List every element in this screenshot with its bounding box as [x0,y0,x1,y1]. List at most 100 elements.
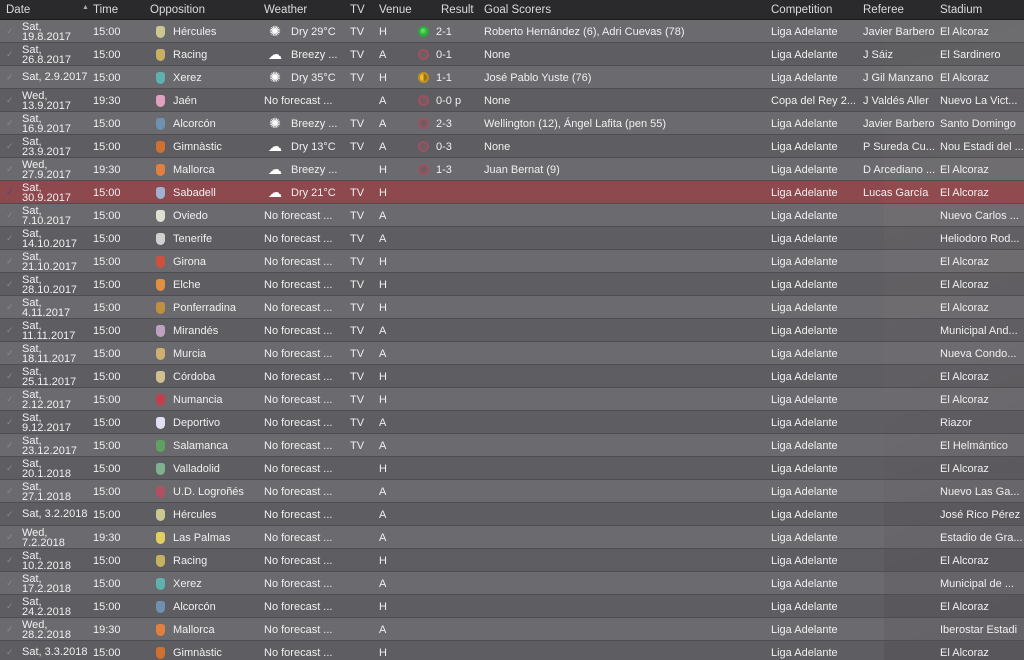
competition-link[interactable]: Liga Adelante [771,457,859,480]
stadium-link[interactable]: Municipal de ... [940,572,1024,595]
fixture-row[interactable]: ✓ Wed, 27.9.2017 19:30 Mallorca ☁ Breezy … [0,158,1024,181]
referee-link[interactable] [863,250,937,273]
stadium-link[interactable]: Nou Estadi del ... [940,135,1024,158]
column-header-referee[interactable]: Referee [863,4,904,16]
column-header-venue[interactable]: Venue [379,4,412,16]
fixture-row[interactable]: ✓ Sat, 3.2.2018 15:00 Hércules No foreca… [0,503,1024,526]
result-score[interactable]: 0-3 [436,135,481,158]
competition-link[interactable]: Liga Adelante [771,572,859,595]
competition-link[interactable]: Liga Adelante [771,388,859,411]
opposition-link[interactable]: Deportivo [173,411,258,434]
competition-link[interactable]: Liga Adelante [771,549,859,572]
referee-link[interactable] [863,434,937,457]
stadium-link[interactable]: El Alcoraz [940,66,1024,89]
fixture-row[interactable]: ✓ Sat, 9.12.2017 15:00 Deportivo No forec… [0,411,1024,434]
result-score[interactable] [436,273,481,296]
stadium-link[interactable]: El Helmántico [940,434,1024,457]
fixture-row[interactable]: ✓ Sat, 25.11.2017 15:00 Córdoba No foreca… [0,365,1024,388]
competition-link[interactable]: Liga Adelante [771,618,859,641]
opposition-link[interactable]: Salamanca [173,434,258,457]
competition-link[interactable]: Liga Adelante [771,66,859,89]
fixture-row[interactable]: ✓ Sat, 19.8.2017 15:00 Hércules ✺ Dry 29°… [0,20,1024,43]
opposition-link[interactable]: Jaén [173,89,258,112]
opposition-link[interactable]: Xerez [173,66,258,89]
opposition-link[interactable]: Murcia [173,342,258,365]
referee-link[interactable]: D Arcediano ... [863,158,937,181]
competition-link[interactable]: Liga Adelante [771,595,859,618]
column-header-date[interactable]: Date [6,4,30,16]
fixture-row[interactable]: ✓ Sat, 28.10.2017 15:00 Elche No forecast… [0,273,1024,296]
stadium-link[interactable]: El Alcoraz [940,388,1024,411]
result-score[interactable]: 1-3 [436,158,481,181]
referee-link[interactable]: J Sáiz [863,43,937,66]
result-score[interactable] [436,549,481,572]
stadium-link[interactable]: El Alcoraz [940,158,1024,181]
stadium-link[interactable]: El Sardinero [940,43,1024,66]
referee-link[interactable] [863,572,937,595]
competition-link[interactable]: Liga Adelante [771,273,859,296]
result-score[interactable] [436,457,481,480]
referee-link[interactable] [863,227,937,250]
opposition-link[interactable]: Gimnàstic [173,135,258,158]
competition-link[interactable]: Liga Adelante [771,365,859,388]
fixture-row[interactable]: ✓ Sat, 2.12.2017 15:00 Numancia No foreca… [0,388,1024,411]
stadium-link[interactable]: Iberostar Estadi [940,618,1024,641]
referee-link[interactable]: Javier Barbero [863,112,937,135]
fixture-row[interactable]: ✓ Sat, 30.9.2017 15:00 Sabadell ☁ Dry 21°… [0,181,1024,204]
stadium-link[interactable]: El Alcoraz [940,549,1024,572]
stadium-link[interactable]: José Rico Pérez [940,503,1024,526]
referee-link[interactable] [863,457,937,480]
competition-link[interactable]: Liga Adelante [771,204,859,227]
result-score[interactable] [436,250,481,273]
result-score[interactable]: 1-1 [436,66,481,89]
fixture-row[interactable]: ✓ Sat, 27.1.2018 15:00 U.D. Logroñés No f… [0,480,1024,503]
referee-link[interactable] [863,388,937,411]
referee-link[interactable]: J Valdés Aller [863,89,937,112]
competition-link[interactable]: Liga Adelante [771,158,859,181]
stadium-link[interactable]: El Alcoraz [940,641,1024,660]
opposition-link[interactable]: Gimnàstic [173,641,258,660]
opposition-link[interactable]: Elche [173,273,258,296]
competition-link[interactable]: Liga Adelante [771,434,859,457]
opposition-link[interactable]: Las Palmas [173,526,258,549]
result-score[interactable] [436,342,481,365]
fixture-row[interactable]: ✓ Sat, 7.10.2017 15:00 Oviedo No forecast… [0,204,1024,227]
stadium-link[interactable]: El Alcoraz [940,365,1024,388]
fixture-row[interactable]: ✓ Sat, 11.11.2017 15:00 Mirandés No forec… [0,319,1024,342]
competition-link[interactable]: Liga Adelante [771,20,859,43]
fixture-row[interactable]: ✓ Sat, 21.10.2017 15:00 Girona No forecas… [0,250,1024,273]
opposition-link[interactable]: Mallorca [173,618,258,641]
opposition-link[interactable]: Girona [173,250,258,273]
opposition-link[interactable]: Oviedo [173,204,258,227]
referee-link[interactable]: P Sureda Cu... [863,135,937,158]
referee-link[interactable]: J Gil Manzano [863,66,937,89]
referee-link[interactable] [863,549,937,572]
column-header-result[interactable]: Result [441,4,474,16]
opposition-link[interactable]: Hércules [173,20,258,43]
result-score[interactable]: 2-3 [436,112,481,135]
competition-link[interactable]: Liga Adelante [771,319,859,342]
competition-link[interactable]: Liga Adelante [771,342,859,365]
fixture-row[interactable]: ✓ Sat, 14.10.2017 15:00 Tenerife No forec… [0,227,1024,250]
stadium-link[interactable]: El Alcoraz [940,595,1024,618]
opposition-link[interactable]: Alcorcón [173,595,258,618]
result-score[interactable] [436,296,481,319]
competition-link[interactable]: Liga Adelante [771,480,859,503]
stadium-link[interactable]: El Alcoraz [940,273,1024,296]
stadium-link[interactable]: Nueva Condo... [940,342,1024,365]
competition-link[interactable]: Liga Adelante [771,526,859,549]
column-header-weather[interactable]: Weather [264,4,307,16]
result-score[interactable] [436,618,481,641]
column-header-competition[interactable]: Competition [771,4,832,16]
opposition-link[interactable]: Numancia [173,388,258,411]
fixture-row[interactable]: ✓ Wed, 7.2.2018 19:30 Las Palmas No forec… [0,526,1024,549]
referee-link[interactable] [863,411,937,434]
stadium-link[interactable]: El Alcoraz [940,250,1024,273]
fixture-row[interactable]: ✓ Sat, 4.11.2017 15:00 Ponferradina No fo… [0,296,1024,319]
opposition-link[interactable]: Racing [173,549,258,572]
referee-link[interactable] [863,641,937,660]
opposition-link[interactable]: Racing [173,43,258,66]
column-header-goal-scorers[interactable]: Goal Scorers [484,4,551,16]
result-score[interactable] [436,365,481,388]
competition-link[interactable]: Liga Adelante [771,641,859,660]
